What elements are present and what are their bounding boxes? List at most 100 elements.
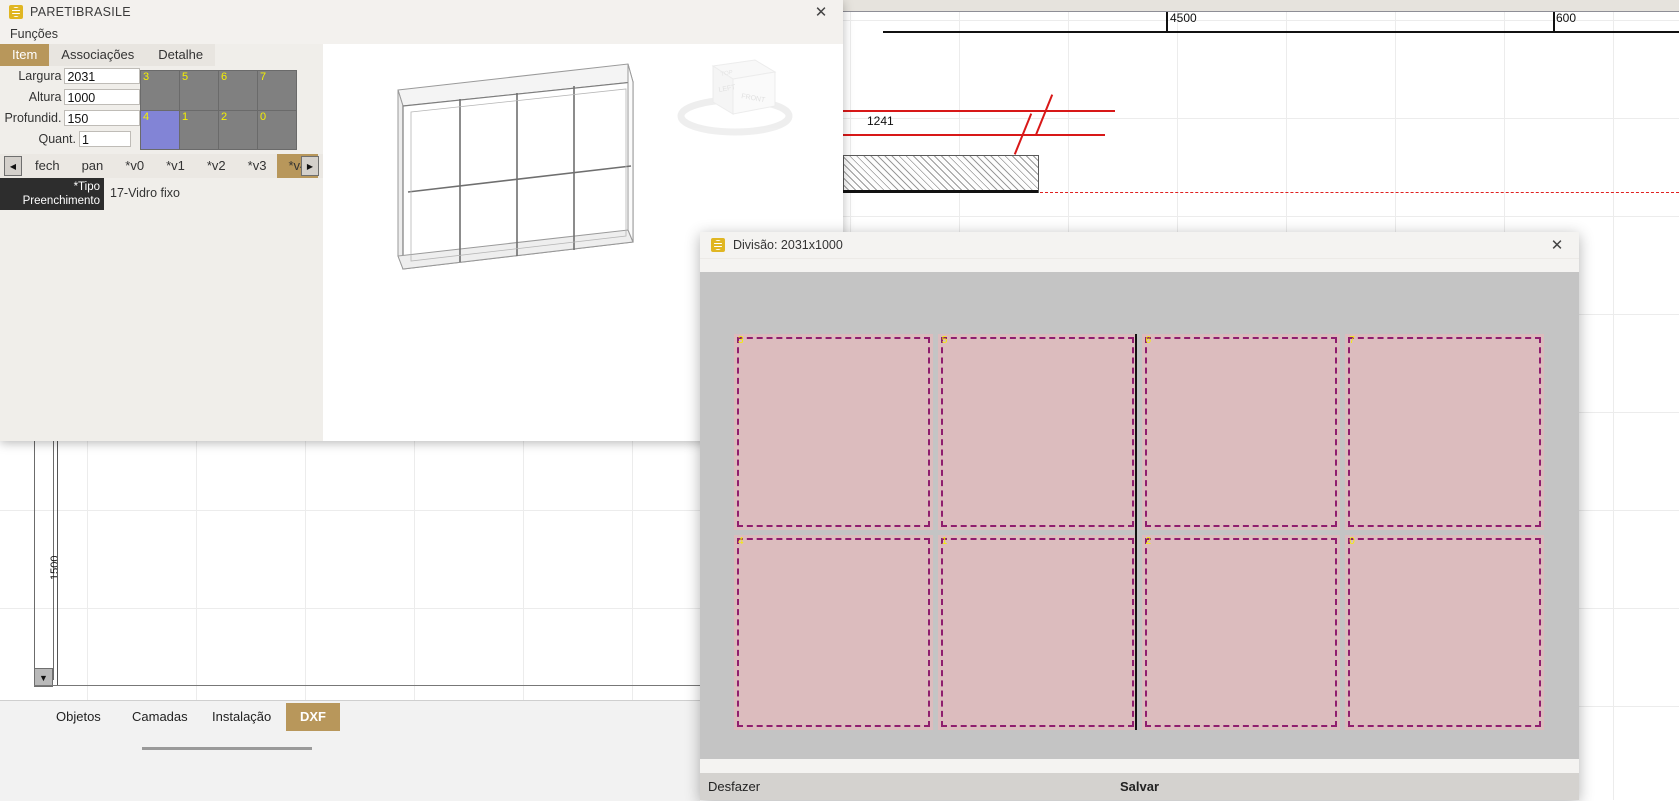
minigrid-cell[interactable]: 1 — [180, 111, 218, 150]
divisao-cell-outline — [941, 337, 1134, 527]
menu-item-funcoes[interactable]: Funções — [10, 27, 58, 41]
chevron-right-icon[interactable]: ▶ — [301, 156, 319, 176]
cad-red-dashed-axis — [1040, 192, 1679, 193]
divisao-cell-tag: 5 — [942, 335, 948, 346]
divisao-cell[interactable]: 2 — [1142, 535, 1341, 731]
window-title: PARETIBRASILE — [30, 5, 131, 19]
bottom-progress-bar — [142, 747, 312, 750]
divisao-cell[interactable]: 6 — [1142, 334, 1341, 530]
divisao-column-divider — [1135, 334, 1137, 730]
variant-tab-v1[interactable]: *v1 — [155, 154, 196, 178]
input-quantidade[interactable]: 1 — [79, 131, 131, 147]
divisao-cell-tag: 7 — [1349, 335, 1355, 346]
variant-tab-v3[interactable]: *v3 — [237, 154, 278, 178]
field-row-profundidade: Profundid. 150 — [0, 108, 140, 128]
cad-hatch-block — [843, 155, 1039, 193]
divisao-cell-tag: 3 — [738, 335, 744, 346]
label-profundidade: Profundid. — [0, 111, 64, 125]
cad-dim-tick-4500 — [1166, 12, 1168, 32]
divisao-cell[interactable]: 7 — [1345, 334, 1544, 530]
chevron-left-icon[interactable]: ◀ — [4, 156, 22, 176]
variant-tab-v0[interactable]: *v0 — [114, 154, 155, 178]
bottom-tab-instalacao[interactable]: Instalação — [198, 703, 285, 731]
property-key-line1: *Tipo — [0, 180, 100, 194]
input-largura[interactable]: 2031 — [64, 68, 140, 84]
divisao-cell[interactable]: 5 — [938, 334, 1137, 530]
variant-tab-fech[interactable]: fech — [24, 154, 71, 178]
save-button[interactable]: Salvar — [700, 773, 1579, 800]
minigrid-cell-tag: 7 — [260, 71, 266, 83]
minigrid-cell-tag: 4 — [143, 111, 149, 123]
viewcube-icon: LEFT FRONT TOP — [681, 60, 789, 132]
property-key-line2: Preenchimento — [0, 194, 100, 208]
divisao-cell-tag: 4 — [738, 536, 744, 547]
label-largura: Largura — [0, 69, 64, 83]
divisao-dialog: Divisão: 2031x1000 ✕ 3 5 6 7 4 1 2 0 Sal… — [700, 232, 1579, 800]
label-quantidade: Quant. — [0, 132, 79, 146]
division-minigrid[interactable]: 3 5 6 7 4 1 2 0 — [140, 70, 297, 150]
divisao-cell-outline — [737, 337, 930, 527]
divisao-button-bar: Salvar Desfazer — [700, 773, 1579, 800]
divisao-cell-tag: 0 — [1349, 536, 1355, 547]
divisao-cell[interactable]: 3 — [734, 334, 933, 530]
divisao-grid[interactable]: 3 5 6 7 4 1 2 0 — [734, 334, 1544, 730]
bottom-tab-objetos[interactable]: Objetos — [42, 703, 115, 731]
minigrid-cell[interactable]: 3 — [141, 71, 179, 110]
divisao-cell-tag: 6 — [1146, 335, 1152, 346]
bottom-tab-camadas[interactable]: Camadas — [118, 703, 202, 731]
divisao-cell-outline — [1348, 337, 1541, 527]
input-profundidade[interactable]: 150 — [64, 110, 140, 126]
cad-bottom-rule — [34, 685, 700, 686]
minigrid-cell-selected[interactable]: 4 — [141, 111, 179, 150]
tab-item[interactable]: Item — [0, 44, 49, 66]
divisao-cell-outline — [1145, 538, 1338, 728]
tab-detalhe[interactable]: Detalhe — [146, 44, 215, 66]
bottom-tabstrip: Objetos Camadas Instalação DXF — [0, 700, 700, 801]
cad-hatch-baseline — [843, 190, 1038, 193]
cad-dim-tick-600 — [1553, 12, 1555, 32]
minigrid-cell[interactable]: 6 — [219, 71, 257, 110]
field-row-altura: Altura 1000 — [0, 87, 140, 107]
paretibrasile-titlebar[interactable]: PARETIBRASILE ✕ — [0, 0, 843, 24]
app-icon — [711, 238, 725, 252]
divisao-cell[interactable]: 4 — [734, 535, 933, 731]
minigrid-cell[interactable]: 2 — [219, 111, 257, 150]
tab-associacoes[interactable]: Associações — [49, 44, 146, 66]
cad-dim-label-4500: 4500 — [1170, 11, 1197, 25]
close-icon[interactable]: ✕ — [799, 0, 843, 24]
field-row-largura: Largura 2031 — [0, 66, 140, 86]
minigrid-cell-tag: 5 — [182, 71, 188, 83]
variant-tab-v2[interactable]: *v2 — [196, 154, 237, 178]
divisao-cell-tag: 2 — [1146, 536, 1152, 547]
property-value[interactable]: 17-Vidro fixo — [104, 178, 323, 210]
app-icon — [9, 5, 23, 19]
cad-dim-label-600: 600 — [1556, 11, 1576, 25]
minigrid-cell[interactable]: 7 — [258, 71, 296, 110]
close-icon[interactable]: ✕ — [1535, 232, 1579, 258]
cad-red-line-bottom — [843, 134, 1105, 136]
divisao-titlebar[interactable]: Divisão: 2031x1000 ✕ — [700, 232, 1579, 259]
cad-top-ribbon — [840, 0, 1679, 12]
divisao-cell[interactable]: 1 — [938, 535, 1137, 731]
cad-top-edge-line — [883, 31, 1679, 33]
minigrid-cell-tag: 0 — [260, 111, 266, 123]
undo-button[interactable]: Desfazer — [708, 773, 760, 800]
divisao-workarea[interactable]: 3 5 6 7 4 1 2 0 — [700, 272, 1579, 759]
bottom-tab-dxf[interactable]: DXF — [286, 703, 340, 731]
minigrid-cell-tag: 1 — [182, 111, 188, 123]
cad-red-line-top — [843, 110, 1115, 112]
divisao-cell[interactable]: 0 — [1345, 535, 1544, 731]
divisao-cell-outline — [737, 538, 930, 728]
minigrid-cell[interactable]: 0 — [258, 111, 296, 150]
input-altura[interactable]: 1000 — [64, 89, 140, 105]
variant-tabstrip: ◀ fech pan *v0 *v1 *v2 *v3 *v4 ▶ — [0, 154, 323, 178]
property-row: *Tipo Preenchimento 17-Vidro fixo — [0, 178, 323, 210]
divisao-title: Divisão: 2031x1000 — [733, 238, 843, 252]
item-panel: Item Associações Detalhe Largura 2031 Al… — [0, 44, 324, 441]
label-altura: Altura — [0, 90, 64, 104]
variant-tab-pan[interactable]: pan — [71, 154, 115, 178]
panel-tabs: Item Associações Detalhe — [0, 44, 323, 66]
divisao-cell-outline — [1145, 337, 1338, 527]
minigrid-cell[interactable]: 5 — [180, 71, 218, 110]
minigrid-cell-tag: 6 — [221, 71, 227, 83]
